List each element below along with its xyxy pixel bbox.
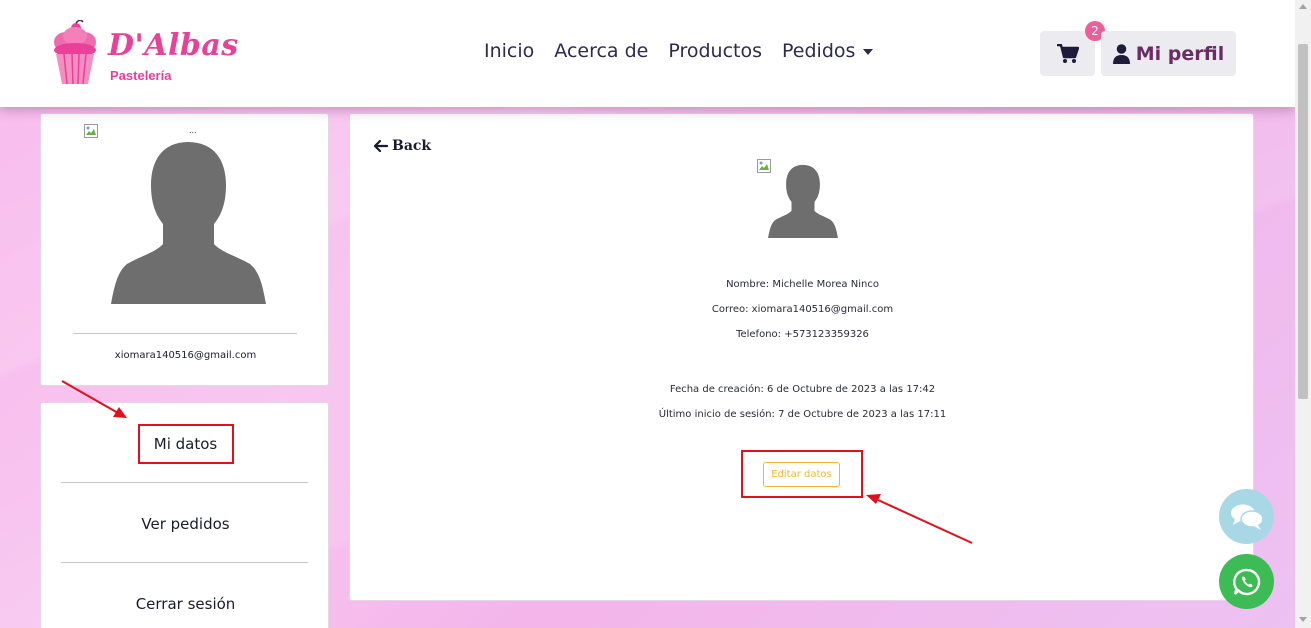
nav-inicio[interactable]: Inicio xyxy=(484,40,534,62)
scroll-thumb[interactable] xyxy=(1298,44,1308,399)
cart-icon xyxy=(1056,43,1079,63)
brand-name: D'Albas xyxy=(108,28,239,63)
avatar-divider xyxy=(73,333,297,334)
broken-image-icon xyxy=(84,124,98,138)
user-telefono: Telefono: +573123359326 xyxy=(736,329,869,340)
main-nav: Inicio Acerca de Productos Pedidos xyxy=(484,40,893,62)
back-link[interactable]: Back xyxy=(374,138,431,154)
nav-pedidos-dropdown[interactable]: Pedidos xyxy=(782,40,874,62)
user-details-card: Back ... Nombre: Michelle Morea Ninco Co… xyxy=(349,113,1254,601)
nav-productos[interactable]: Productos xyxy=(668,40,762,62)
page-scrollbar[interactable] xyxy=(1295,0,1311,628)
user-nombre: Nombre: Michelle Morea Ninco xyxy=(726,279,879,290)
menu-ver-pedidos[interactable]: Ver pedidos xyxy=(41,515,330,533)
navbar: D'Albas Pastelería Inicio Acerca de Prod… xyxy=(0,0,1295,107)
user-icon xyxy=(1112,43,1130,64)
annotation-box-editar-datos xyxy=(741,450,863,498)
profile-summary-card: ... xiomara140516@gmail.com xyxy=(40,113,329,386)
profile-label: Mi perfil xyxy=(1135,42,1225,65)
user-silhouette-icon xyxy=(111,142,266,304)
whatsapp-button[interactable] xyxy=(1219,554,1274,609)
menu-divider-1 xyxy=(61,482,308,483)
annotation-box-mi-datos xyxy=(138,424,234,464)
scroll-up-icon[interactable] xyxy=(1299,4,1307,9)
user-correo: Correo: xiomara140516@gmail.com xyxy=(711,304,894,315)
user-fecha-creacion: Fecha de creación: 6 de Octubre de 2023 … xyxy=(669,384,936,395)
menu-cerrar-sesion[interactable]: Cerrar sesión xyxy=(41,595,330,613)
whatsapp-icon xyxy=(1232,568,1260,595)
scroll-down-icon[interactable] xyxy=(1299,617,1307,622)
brand-subtitle: Pastelería xyxy=(110,68,172,83)
nav-pedidos-label: Pedidos xyxy=(782,40,856,62)
chat-button[interactable] xyxy=(1219,489,1274,544)
profile-button[interactable]: Mi perfil xyxy=(1101,31,1236,76)
user-silhouette-icon xyxy=(768,164,838,238)
chat-icon xyxy=(1230,504,1264,530)
brand-logo[interactable]: D'Albas Pastelería xyxy=(52,20,238,86)
chevron-down-icon xyxy=(863,48,874,55)
nav-acerca-de[interactable]: Acerca de xyxy=(554,40,648,62)
user-ultimo-inicio: Último inicio de sesión: 7 de Octubre de… xyxy=(658,409,947,420)
sidebar-email: xiomara140516@gmail.com xyxy=(114,350,257,361)
cupcake-logo-icon xyxy=(54,20,96,85)
arrow-left-icon xyxy=(374,140,388,152)
avatar-alt-text: ... xyxy=(189,125,197,135)
menu-divider-2 xyxy=(61,562,308,563)
back-label: Back xyxy=(392,138,432,154)
